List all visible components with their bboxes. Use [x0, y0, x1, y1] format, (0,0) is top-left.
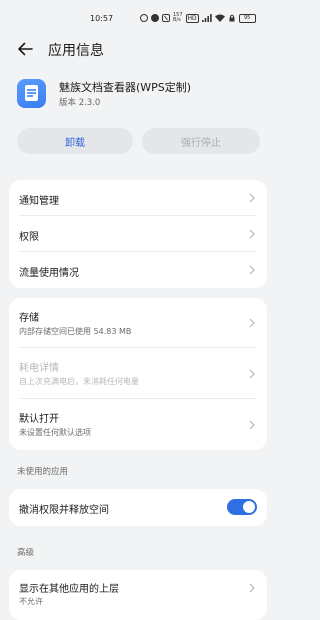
permissions-label: 权限	[19, 232, 39, 243]
default-open-item[interactable]: 默认打开 未设置任何默认选项	[9, 399, 267, 450]
revoke-permissions-label: 撤消权限并释放空间	[19, 505, 109, 516]
advanced-section-title: 高级	[17, 548, 35, 558]
header: 应用信息	[0, 36, 276, 62]
toggle-knob	[243, 501, 255, 513]
settings-card-unused: 撤消权限并释放空间	[9, 489, 267, 526]
network-speed: 157 B/s	[173, 13, 183, 23]
document-icon	[25, 85, 38, 101]
data-usage-item[interactable]: 流量使用情况	[9, 252, 267, 288]
notification-management-label: 通知管理	[19, 196, 59, 207]
uninstall-button[interactable]: 卸载	[17, 128, 133, 154]
status-bar: 10:57 157 B/s HD 95	[0, 0, 276, 36]
chevron-right-icon	[247, 317, 257, 329]
status-icons: 157 B/s HD 95	[140, 11, 256, 25]
status-time: 10:57	[90, 14, 114, 23]
battery-usage-text: 自上次充满电后，未消耗任何电量	[19, 377, 139, 386]
back-arrow-icon	[18, 42, 33, 56]
display-over-apps-status: 不允许	[19, 597, 43, 606]
nfc-icon	[162, 14, 170, 22]
back-button[interactable]	[14, 38, 36, 60]
data-usage-label: 流量使用情况	[19, 268, 79, 279]
storage-label: 存储	[19, 313, 39, 324]
chevron-right-icon	[247, 582, 257, 594]
app-icon	[17, 79, 46, 108]
chevron-right-icon	[247, 192, 257, 204]
notification-management-item[interactable]: 通知管理	[9, 180, 267, 216]
chevron-right-icon	[247, 368, 257, 380]
chevron-right-icon	[247, 264, 257, 276]
default-open-text: 未设置任何默认选项	[19, 428, 91, 437]
storage-usage-text: 内部存储空间已使用 54.83 MB	[19, 327, 132, 336]
settings-card-general: 通知管理 权限 流量使用情况	[9, 180, 267, 288]
app-name: 魅族文档查看器(WPS定制)	[59, 81, 192, 94]
settings-card-storage: 存储 内部存储空间已使用 54.83 MB 耗电详情 自上次充满电后，未消耗任何…	[9, 298, 267, 450]
chevron-right-icon	[247, 228, 257, 240]
settings-card-advanced: 显示在其他应用的上层 不允许	[9, 570, 267, 620]
battery-indicator: 95	[238, 13, 256, 23]
force-stop-button[interactable]: 强行停止	[142, 128, 260, 154]
do-not-disturb-icon	[151, 14, 159, 22]
revoke-permissions-toggle[interactable]	[227, 499, 257, 515]
lock-rotation-icon	[228, 14, 236, 22]
app-version: 版本 2.3.0	[59, 98, 101, 108]
wifi-icon	[214, 14, 225, 22]
display-over-apps-item[interactable]: 显示在其他应用的上层 不允许	[9, 570, 267, 620]
storage-item[interactable]: 存储 内部存储空间已使用 54.83 MB	[9, 298, 267, 348]
permissions-item[interactable]: 权限	[9, 216, 267, 252]
alarm-icon	[140, 14, 148, 22]
signal-icon	[201, 14, 212, 22]
battery-usage-item[interactable]: 耗电详情 自上次充满电后，未消耗任何电量	[9, 348, 267, 399]
page-title: 应用信息	[48, 43, 104, 59]
default-open-label: 默认打开	[19, 414, 59, 425]
battery-usage-label: 耗电详情	[19, 363, 59, 374]
revoke-permissions-item[interactable]: 撤消权限并释放空间	[9, 489, 267, 526]
hd-badge: HD	[185, 13, 199, 23]
display-over-apps-label: 显示在其他应用的上层	[19, 584, 119, 595]
network-speed-unit: B/s	[173, 17, 181, 23]
chevron-right-icon	[247, 419, 257, 431]
unused-apps-section-title: 未使用的应用	[17, 467, 69, 477]
